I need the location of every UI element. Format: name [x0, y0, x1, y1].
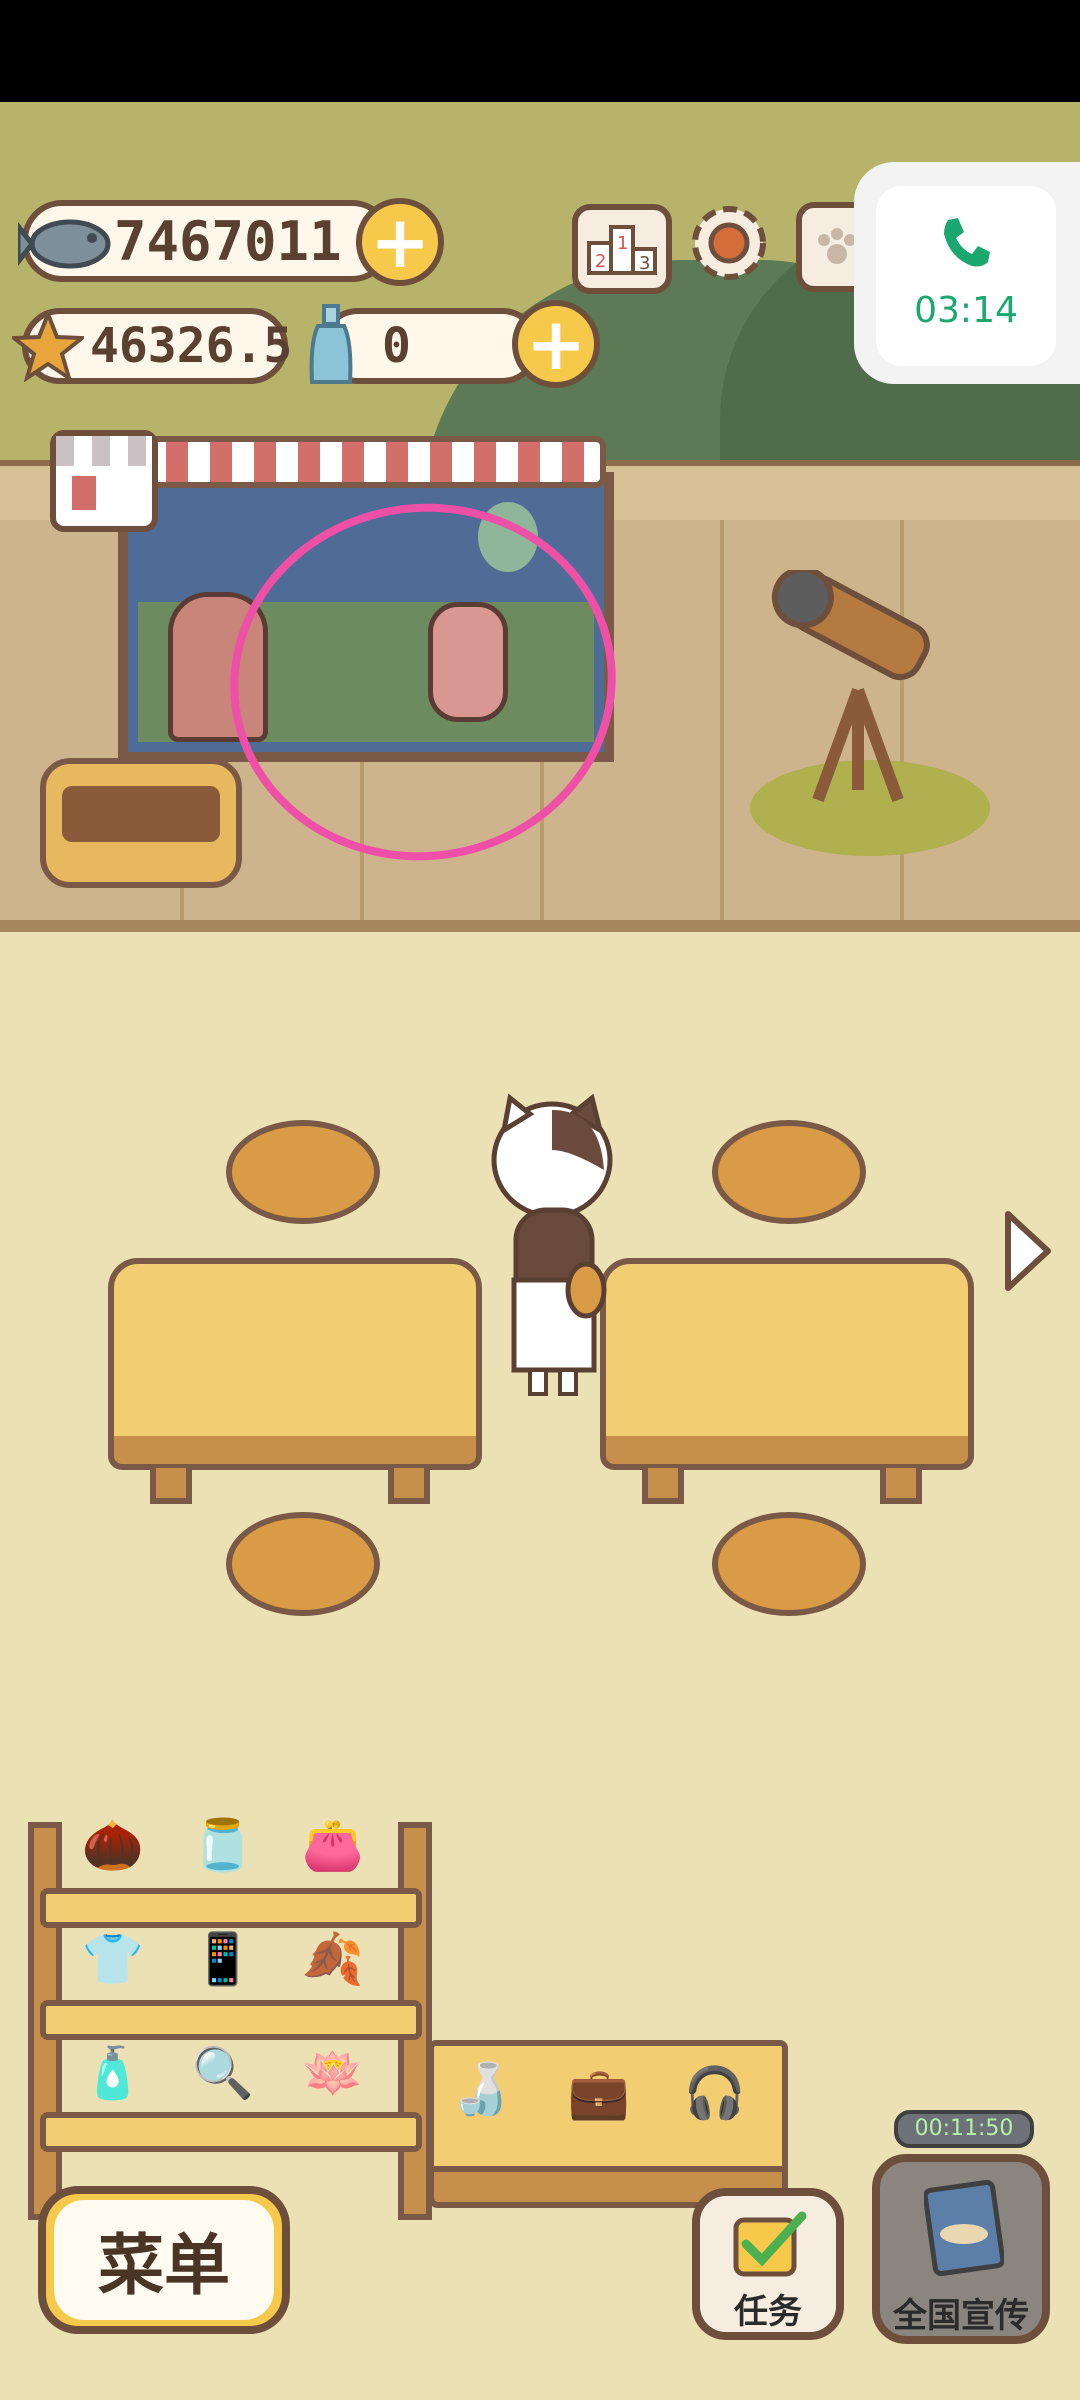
- fish-icon: [18, 219, 111, 269]
- shelf-board: [40, 2000, 422, 2040]
- shelf-item-pipe[interactable]: 🍂: [298, 1930, 368, 1989]
- add-fish-button[interactable]: +: [356, 198, 444, 286]
- svg-text:1: 1: [617, 233, 628, 254]
- table-leg: [880, 1468, 922, 1504]
- shop-icon[interactable]: [50, 430, 158, 532]
- national-promotion-button[interactable]: 全国宣传: [872, 2154, 1050, 2344]
- promo-timer: 00:11:50: [894, 2110, 1034, 2148]
- poster-icon: [924, 2180, 1004, 2276]
- shelf-item-shirt[interactable]: 👕: [78, 1930, 148, 1989]
- table-leg: [388, 1468, 430, 1504]
- telescope[interactable]: [768, 570, 948, 810]
- settings-gear-icon: [692, 206, 766, 280]
- shelf-item-jar[interactable]: 🫙: [188, 1816, 258, 1875]
- shelf-item-lotus[interactable]: 🪷: [298, 2044, 368, 2103]
- table-edge: [600, 1436, 974, 1470]
- stool[interactable]: [226, 1120, 380, 1224]
- star-count: 46326.5: [90, 318, 293, 374]
- next-area-arrow-icon[interactable]: [998, 1206, 1058, 1296]
- leaderboard-icon: 2 1 3: [587, 225, 657, 275]
- table-leg: [150, 1468, 192, 1504]
- table-leg: [642, 1468, 684, 1504]
- counter-item-headphones[interactable]: 🎧: [680, 2064, 750, 2123]
- checklist-icon: [733, 2211, 807, 2277]
- tasks-button[interactable]: 任务: [692, 2188, 844, 2340]
- bottle-count: 0: [382, 318, 411, 374]
- bottle-icon: [309, 304, 353, 384]
- svg-text:2: 2: [595, 251, 606, 272]
- table-edge: [108, 1436, 482, 1470]
- shelf-board: [40, 1888, 422, 1928]
- fish-count: 7467011: [114, 209, 342, 273]
- svg-text:3: 3: [639, 253, 650, 274]
- counter-item-bottle[interactable]: 🍶: [446, 2060, 516, 2119]
- shelf-board: [40, 2112, 422, 2152]
- leaderboard-button[interactable]: 2 1 3: [572, 204, 672, 294]
- billboard-awning: [138, 436, 606, 488]
- shelf-item-net[interactable]: 🔍: [188, 2044, 258, 2103]
- add-bottle-button[interactable]: +: [512, 300, 600, 388]
- menu-button-label[interactable]: 菜单: [54, 2200, 274, 2320]
- stool[interactable]: [712, 1512, 866, 1616]
- tasks-label: 任务: [734, 2292, 802, 2332]
- book-basket[interactable]: [40, 758, 242, 888]
- promo-label: 全国宣传: [893, 2296, 1029, 2336]
- shelf-item-sunscreen[interactable]: 🧴: [78, 2044, 148, 2103]
- status-bar: [0, 0, 1080, 102]
- settings-button[interactable]: [684, 198, 774, 288]
- call-duration: 03:14: [914, 290, 1018, 331]
- counter-item-briefcase[interactable]: 💼: [564, 2064, 634, 2123]
- stool[interactable]: [226, 1512, 380, 1616]
- shelf-item-acorn[interactable]: 🌰: [78, 1816, 148, 1875]
- waiter-cat[interactable]: [480, 1090, 630, 1400]
- stool[interactable]: [712, 1120, 866, 1224]
- phone-icon: [944, 218, 990, 267]
- shelf-item-wallet[interactable]: 👛: [298, 1816, 368, 1875]
- star-icon: [12, 310, 84, 382]
- wall-plank: [720, 520, 724, 920]
- call-card[interactable]: [876, 186, 1056, 366]
- shelf-item-phone[interactable]: 📱: [188, 1930, 258, 1989]
